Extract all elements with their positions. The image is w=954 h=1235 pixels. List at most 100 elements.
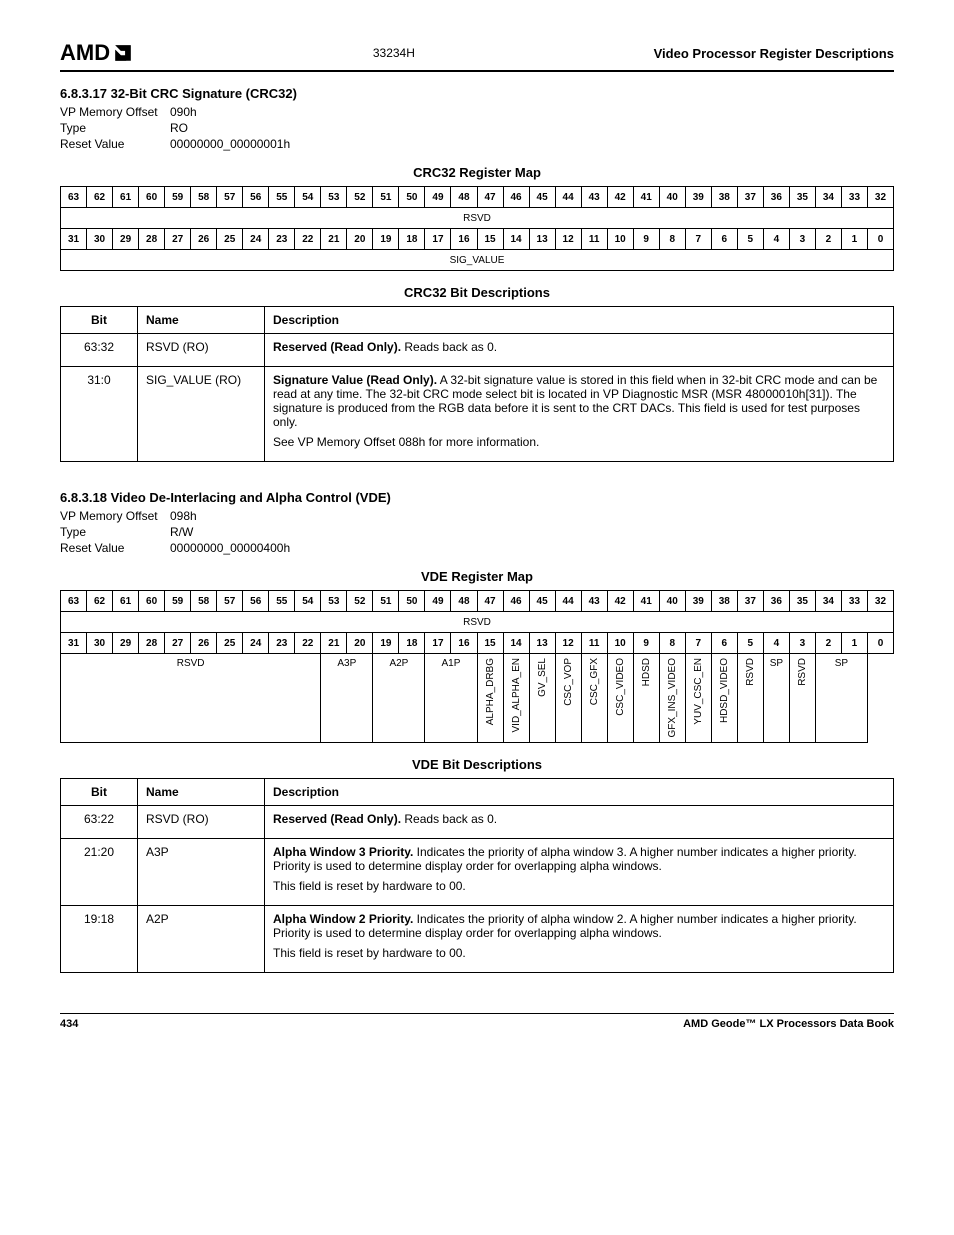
bit-cell: 57	[217, 591, 243, 612]
bit-cell: 22	[295, 229, 321, 250]
cell-name: A2P	[138, 906, 265, 973]
field-cell: RSVD	[61, 208, 894, 229]
meta-row: VP Memory Offset 098h	[60, 509, 894, 523]
bit-cell: 40	[659, 591, 685, 612]
cell-bit: 31:0	[61, 367, 138, 462]
bit-cell: 15	[477, 633, 503, 654]
bit-cell: 24	[243, 229, 269, 250]
bit-cell: 33	[841, 591, 867, 612]
bit-cell: 9	[633, 229, 659, 250]
bit-cell: 14	[503, 633, 529, 654]
bit-cell: 53	[321, 187, 347, 208]
bit-cell: 30	[87, 633, 113, 654]
col-name: Name	[138, 779, 265, 806]
meta-label: VP Memory Offset	[60, 105, 170, 119]
bit-cell: 63	[61, 187, 87, 208]
bit-cell: 38	[711, 591, 737, 612]
bit-cell: 16	[451, 633, 477, 654]
bit-cell: 54	[295, 187, 321, 208]
bit-cell: 6	[711, 633, 737, 654]
bit-cell: 12	[555, 229, 581, 250]
cell-bit: 63:32	[61, 334, 138, 367]
bit-cell: 19	[373, 229, 399, 250]
bit-cell: 36	[763, 591, 789, 612]
bit-cell: 44	[555, 591, 581, 612]
bit-cell: 24	[243, 633, 269, 654]
crc32-desc-caption: CRC32 Bit Descriptions	[60, 285, 894, 300]
bit-cell: 43	[581, 187, 607, 208]
bit-cell: 13	[529, 633, 555, 654]
field-cell: A3P	[321, 654, 373, 743]
meta-value: RO	[170, 121, 188, 135]
field-cell: RSVD	[789, 654, 815, 743]
field-row-high: RSVD	[61, 208, 894, 229]
bit-cell: 17	[425, 229, 451, 250]
bit-cell: 22	[295, 633, 321, 654]
bit-cell: 26	[191, 633, 217, 654]
bit-cell: 34	[815, 187, 841, 208]
bit-cell: 50	[399, 187, 425, 208]
bit-cell: 42	[607, 187, 633, 208]
bit-cell: 47	[477, 591, 503, 612]
bit-cell: 48	[451, 187, 477, 208]
bit-cell: 46	[503, 591, 529, 612]
bit-cell: 29	[113, 229, 139, 250]
bit-cell: 7	[685, 633, 711, 654]
col-bit: Bit	[61, 779, 138, 806]
bit-cell: 21	[321, 229, 347, 250]
meta-value: R/W	[170, 525, 193, 539]
bit-cell: 31	[61, 633, 87, 654]
field-cell: YUV_CSC_EN	[685, 654, 711, 743]
bit-cell: 1	[841, 229, 867, 250]
field-row-high: RSVD	[61, 612, 894, 633]
bit-row-low: 3130292827262524232221201918171615141312…	[61, 633, 894, 654]
table-header-row: Bit Name Description	[61, 307, 894, 334]
col-desc: Description	[265, 779, 894, 806]
field-cell: HDSD	[633, 654, 659, 743]
bit-cell: 56	[243, 187, 269, 208]
bit-cell: 6	[711, 229, 737, 250]
field-cell: SP	[815, 654, 867, 743]
bit-cell: 10	[607, 633, 633, 654]
page-number: 434	[60, 1018, 78, 1030]
bit-cell: 13	[529, 229, 555, 250]
page-header: AMD 33234H Video Processor Register Desc…	[60, 40, 894, 72]
field-cell: RSVD	[61, 612, 894, 633]
bit-cell: 4	[763, 633, 789, 654]
field-cell: VID_ALPHA_EN	[503, 654, 529, 743]
bit-cell: 10	[607, 229, 633, 250]
bit-row-low: 3130292827262524232221201918171615141312…	[61, 229, 894, 250]
bit-cell: 41	[633, 187, 659, 208]
bit-cell: 20	[347, 633, 373, 654]
bit-cell: 15	[477, 229, 503, 250]
field-cell: RSVD	[61, 654, 321, 743]
meta-value: 00000000_00000400h	[170, 541, 290, 555]
vde-register-map: 6362616059585756555453525150494847464544…	[60, 590, 894, 743]
bit-cell: 27	[165, 229, 191, 250]
bit-cell: 2	[815, 229, 841, 250]
bit-cell: 1	[841, 633, 867, 654]
field-cell: GFX_INS_VIDEO	[659, 654, 685, 743]
field-cell: CSC_VOP	[555, 654, 581, 743]
bit-cell: 58	[191, 187, 217, 208]
bit-cell: 61	[113, 187, 139, 208]
vde-desc-caption: VDE Bit Descriptions	[60, 757, 894, 772]
bit-cell: 16	[451, 229, 477, 250]
bit-cell: 21	[321, 633, 347, 654]
bit-cell: 27	[165, 633, 191, 654]
bit-cell: 41	[633, 591, 659, 612]
col-name: Name	[138, 307, 265, 334]
field-cell: A1P	[425, 654, 477, 743]
bit-cell: 58	[191, 591, 217, 612]
bit-cell: 12	[555, 633, 581, 654]
bit-cell: 48	[451, 591, 477, 612]
bit-cell: 59	[165, 187, 191, 208]
logo-text: AMD	[60, 40, 110, 66]
bit-cell: 19	[373, 633, 399, 654]
bit-cell: 23	[269, 633, 295, 654]
field-cell: CSC_VIDEO	[607, 654, 633, 743]
bit-cell: 52	[347, 591, 373, 612]
bit-cell: 33	[841, 187, 867, 208]
section-heading-crc32: 6.8.3.17 32-Bit CRC Signature (CRC32)	[60, 86, 894, 101]
bit-cell: 11	[581, 633, 607, 654]
